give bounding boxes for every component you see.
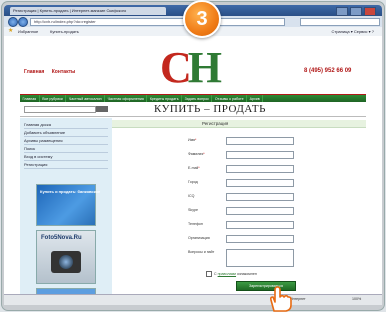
agree-row: С правилами ознакомлен <box>206 271 257 277</box>
search-title-bar: КУПИТЬ – ПРОДАТЬ <box>20 102 366 117</box>
sidebar: Главная доска Добавить объявление Архивы… <box>20 118 112 294</box>
field-label: Skype <box>188 208 198 212</box>
organization-input[interactable] <box>226 235 294 243</box>
sidebar-link[interactable]: Архивы размещения <box>24 138 108 145</box>
first-name-input[interactable] <box>226 137 294 145</box>
site-search-button[interactable] <box>96 106 108 112</box>
photo-banner[interactable]: Foto5Nova.Ru <box>36 230 96 284</box>
email-input[interactable] <box>226 165 294 173</box>
sidebar-link[interactable]: Главная доска <box>24 122 108 129</box>
maximize-button[interactable] <box>350 7 362 16</box>
camera-icon <box>51 251 81 273</box>
browser-status-bar: Интернет 100% <box>4 294 382 305</box>
zoom-level[interactable]: 100% <box>352 297 361 301</box>
field-label: Организация <box>188 236 210 240</box>
field-label: Вопросы и пайт <box>188 250 215 254</box>
command-bar[interactable]: Страница ▾ Сервис ▾ ? <box>331 28 374 35</box>
form-row-surname: Фамилия* <box>188 151 298 159</box>
required-mark: * <box>195 138 197 142</box>
form-row-phone: Телефон <box>188 221 298 229</box>
favorites-label[interactable]: Избранное <box>18 28 38 35</box>
required-mark: * <box>203 152 205 156</box>
browser-search-input[interactable] <box>300 18 380 26</box>
field-label: E-mail* <box>188 166 200 170</box>
agree-suffix: ознакомлен <box>237 271 257 276</box>
field-label-text: E-mail <box>188 166 199 170</box>
page-title: КУПИТЬ – ПРОДАТЬ <box>154 103 266 115</box>
banner-text: Foto5Nova.Ru <box>41 235 82 241</box>
form-row-email: E-mail* <box>188 165 298 173</box>
form-row-icq: ICQ <box>188 193 298 201</box>
phone-input[interactable] <box>226 221 294 229</box>
skype-input[interactable] <box>226 207 294 215</box>
field-label: ICQ <box>188 194 195 198</box>
agree-checkbox[interactable] <box>206 271 212 277</box>
window-controls <box>336 7 376 16</box>
field-label-text: Фамилия <box>188 152 204 156</box>
url-field[interactable]: http://cvh.ru/index.php?do=register <box>30 18 285 26</box>
bookmark-item[interactable]: Купить-продать <box>50 28 79 35</box>
city-input[interactable] <box>226 179 294 187</box>
field-label: Телефон <box>188 222 203 226</box>
field-label: Город <box>188 180 198 184</box>
form-heading: Регистрация <box>202 121 229 126</box>
minimize-button[interactable] <box>336 7 348 16</box>
star-icon[interactable]: ★ <box>8 28 13 35</box>
sidebar-link[interactable]: Добавить объявление <box>24 130 108 137</box>
step-number-badge: 3 <box>183 0 221 38</box>
sidebar-link[interactable]: Поиск <box>24 146 108 153</box>
form-row-skype: Skype <box>188 207 298 215</box>
about-textarea[interactable] <box>226 249 294 267</box>
banner-text: Купить и продать: банковское <box>40 189 101 194</box>
forward-button[interactable] <box>18 17 28 27</box>
sidebar-link-register[interactable]: Регистрация <box>24 162 108 169</box>
close-button[interactable] <box>364 7 376 16</box>
last-name-input[interactable] <box>226 151 294 159</box>
icq-input[interactable] <box>226 193 294 201</box>
field-label: Фамилия* <box>188 152 205 156</box>
back-button[interactable] <box>8 17 18 27</box>
hand-cursor-icon <box>269 286 292 312</box>
form-row-city: Город <box>188 179 298 187</box>
browser-tab[interactable]: Регистрация | Купить-продать | Интернет-… <box>10 7 166 15</box>
form-row-name: Имя* <box>188 137 298 145</box>
sidebar-banner[interactable]: Купить и продать: банковское <box>36 184 100 226</box>
form-header: Регистрация <box>112 120 366 128</box>
site-search-input[interactable] <box>24 106 96 113</box>
rules-link[interactable]: правилами <box>218 272 236 276</box>
field-label-text: Имя <box>188 138 195 142</box>
agree-prefix: С <box>214 271 217 276</box>
required-mark: * <box>198 166 200 170</box>
field-label: Имя* <box>188 138 196 142</box>
sidebar-link[interactable]: Вход в систему <box>24 154 108 161</box>
form-row-about: Вопросы и пайт <box>188 249 298 269</box>
form-row-organization: Организация <box>188 235 298 243</box>
